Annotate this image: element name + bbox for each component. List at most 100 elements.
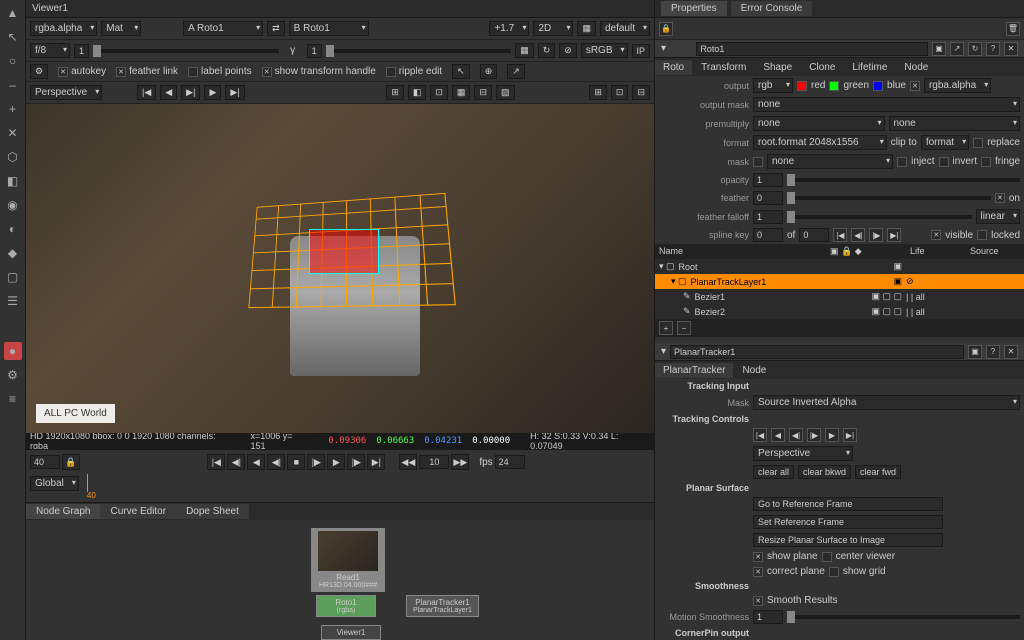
preset-dropdown[interactable]: default: [600, 21, 650, 36]
overlay-button[interactable]: ⊡: [430, 85, 448, 100]
play-fwd-button[interactable]: ▶: [327, 454, 345, 470]
skip-fwd-button[interactable]: ▶▶: [451, 454, 469, 470]
first-frame-button[interactable]: |◀: [207, 454, 225, 470]
clear-all-button[interactable]: clear all: [753, 465, 794, 479]
roto-close-button[interactable]: ✕: [1004, 42, 1018, 56]
step-fwd-button[interactable]: |▶: [307, 454, 325, 470]
opacity-input[interactable]: 1: [753, 173, 783, 187]
roto-tool-2[interactable]: ⊕: [480, 64, 498, 79]
locked-check[interactable]: [977, 230, 987, 240]
tracker-close-button[interactable]: ✕: [1004, 345, 1018, 359]
nav-play-button[interactable]: ▶|: [181, 85, 200, 100]
tab-node-graph[interactable]: Node Graph: [26, 504, 100, 519]
tool-plus-icon[interactable]: +: [4, 100, 22, 118]
tool-select-icon[interactable]: ▲: [4, 4, 22, 22]
roto-name-input[interactable]: Roto1: [696, 42, 928, 56]
step-back-button[interactable]: ◀|: [267, 454, 285, 470]
node-graph-canvas[interactable]: Read1 HR13D.04.000### Roto1 (rgba) Plana…: [26, 520, 654, 640]
prop-tab-shape[interactable]: Shape: [755, 60, 800, 75]
node-read[interactable]: Read1 HR13D.04.000###: [311, 528, 385, 592]
skip-back-button[interactable]: ◀◀: [399, 454, 417, 470]
feather-link-check[interactable]: ✕feather link: [116, 66, 178, 77]
safe-button[interactable]: ⊟: [474, 85, 492, 100]
alpha-dropdown[interactable]: rgba.alpha: [924, 78, 991, 93]
fps-input[interactable]: 24: [495, 455, 525, 469]
green-swatch[interactable]: [829, 81, 839, 91]
correct-plane-check[interactable]: ✕: [753, 567, 763, 577]
tool-diamond-icon[interactable]: ◆: [4, 244, 22, 262]
motion-slider[interactable]: [787, 615, 1020, 619]
premult-dropdown-2[interactable]: none: [889, 116, 1021, 131]
track-back-button[interactable]: ◀: [771, 428, 785, 442]
node-viewer[interactable]: Viewer1: [321, 625, 381, 640]
output-dropdown[interactable]: rgb: [753, 78, 793, 93]
key-prev-button[interactable]: ◀|: [851, 228, 865, 242]
frame-input[interactable]: 1: [74, 44, 89, 58]
nav-next-button[interactable]: ▶: [204, 85, 221, 100]
nav-first-button[interactable]: |◀: [137, 85, 156, 100]
fringe-check[interactable]: [981, 157, 991, 167]
mask-dropdown[interactable]: none: [767, 154, 893, 169]
invert-check[interactable]: [939, 157, 949, 167]
track-mode-dropdown[interactable]: Perspective: [753, 446, 853, 461]
set-ref-button[interactable]: Set Reference Frame: [753, 515, 943, 529]
swap-button[interactable]: ⇄: [267, 21, 285, 36]
tool-gear-icon[interactable]: ⚙: [4, 366, 22, 384]
visible-check[interactable]: ✕: [931, 230, 941, 240]
tool-circle-icon[interactable]: ○: [4, 52, 22, 70]
tool-sphere-icon[interactable]: ◉: [4, 196, 22, 214]
tool-lines-icon[interactable]: ≡: [4, 390, 22, 408]
center-viewer-check[interactable]: [822, 552, 832, 562]
blue-swatch[interactable]: [873, 81, 883, 91]
tree-bezier1-row[interactable]: ✎Bezier1 ▣ ▢ ▢| | all: [655, 289, 1024, 304]
add-layer-button[interactable]: +: [659, 321, 673, 335]
tab-error-console[interactable]: Error Console: [731, 1, 813, 16]
roto-gear-button[interactable]: ⚙: [30, 64, 48, 79]
tree-bezier2-row[interactable]: ✎Bezier2 ▣ ▢ ▢| | all: [655, 304, 1024, 319]
refresh-button[interactable]: ↻: [538, 43, 556, 58]
prop-tab-transform[interactable]: Transform: [693, 60, 754, 75]
pause-button[interactable]: ⊘: [559, 43, 577, 58]
tool-square-icon[interactable]: ▢: [4, 268, 22, 286]
viewer-canvas[interactable]: ↖ ✎ 〰 ALL PC World: [26, 104, 654, 433]
guides-2-button[interactable]: ⊡: [611, 85, 629, 100]
falloff-input[interactable]: 1: [753, 210, 783, 224]
prop-tab-roto[interactable]: Roto: [655, 60, 692, 75]
tool-cube-icon[interactable]: ◧: [4, 172, 22, 190]
nav-prev-button[interactable]: ◀: [160, 85, 177, 100]
roto-key-button[interactable]: ↗: [950, 42, 964, 56]
prev-key-button[interactable]: ◀|: [227, 454, 245, 470]
roto-tool-1[interactable]: ↖: [452, 64, 470, 79]
tool-move-icon[interactable]: ↖: [4, 28, 22, 46]
falloff-slider[interactable]: [787, 215, 972, 219]
roto-help-button[interactable]: ?: [986, 42, 1000, 56]
tab-dope-sheet[interactable]: Dope Sheet: [176, 504, 249, 519]
feather-on-check[interactable]: ✕: [995, 193, 1005, 203]
output-mask-dropdown[interactable]: none: [753, 97, 1020, 112]
props-lock-button[interactable]: 🔒: [659, 22, 673, 36]
clear-bkwd-button[interactable]: clear bkwd: [798, 465, 851, 479]
play-back-button[interactable]: ◀: [247, 454, 265, 470]
gamma-input[interactable]: 1: [307, 44, 322, 58]
tracker-help-button[interactable]: ?: [986, 345, 1000, 359]
prop-tab-node[interactable]: Node: [896, 60, 936, 75]
opacity-slider[interactable]: [787, 178, 1020, 182]
key-last-button[interactable]: ▶|: [887, 228, 901, 242]
track-step-back-button[interactable]: ◀|: [789, 428, 803, 442]
spline-input[interactable]: 0: [753, 228, 783, 242]
input-a-dropdown[interactable]: A Roto1: [183, 21, 263, 36]
red-swatch[interactable]: [797, 81, 807, 91]
remove-layer-button[interactable]: −: [677, 321, 691, 335]
roi-button[interactable]: ▦: [515, 43, 534, 58]
inject-check[interactable]: [897, 157, 907, 167]
tracker-tab-1[interactable]: PlanarTracker: [655, 363, 733, 378]
tracker-name-input[interactable]: PlanarTracker1: [670, 345, 964, 359]
guides-3-button[interactable]: ⊟: [632, 85, 650, 100]
node-roto[interactable]: Roto1 (rgba): [316, 595, 376, 617]
ip-button[interactable]: IP: [632, 44, 651, 58]
ripple-edit-check[interactable]: ripple edit: [386, 66, 442, 77]
roto-refresh-button[interactable]: ↻: [968, 42, 982, 56]
feather-input[interactable]: 0: [753, 191, 783, 205]
gamma-slider[interactable]: [326, 49, 512, 53]
node-planar[interactable]: PlanarTracker1 PlanarTrackLayer1: [406, 595, 479, 617]
